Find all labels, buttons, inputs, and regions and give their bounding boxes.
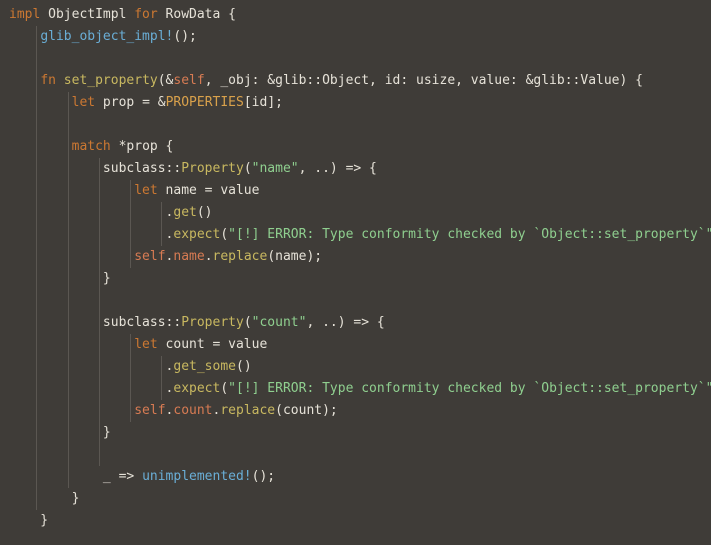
code-token: "name" bbox=[251, 161, 299, 176]
code-token: replace bbox=[212, 249, 268, 264]
code-line[interactable]: self.name.replace(name); bbox=[9, 246, 322, 268]
code-token: let bbox=[134, 337, 158, 352]
code-token: [id]; bbox=[243, 95, 283, 110]
code-token: fn bbox=[40, 73, 56, 88]
code-token: ObjectImpl bbox=[40, 7, 135, 22]
code-token: set_property bbox=[63, 73, 158, 88]
code-token: *prop { bbox=[110, 139, 174, 154]
code-token: let bbox=[71, 95, 96, 110]
code-token: _ => bbox=[9, 469, 143, 484]
code-line[interactable]: let prop = &PROPERTIES[id]; bbox=[9, 92, 283, 114]
code-line[interactable]: self.count.replace(count); bbox=[9, 400, 338, 422]
code-token: name = value bbox=[157, 183, 260, 198]
code-token: self bbox=[134, 249, 166, 264]
code-token: replace bbox=[220, 403, 276, 418]
code-token: . bbox=[9, 359, 174, 374]
code-token: match bbox=[71, 139, 111, 154]
code-token: count bbox=[173, 403, 213, 418]
code-line[interactable]: } bbox=[9, 510, 48, 532]
code-line[interactable]: glib_object_impl!(); bbox=[9, 26, 197, 48]
code-token: get bbox=[173, 205, 197, 220]
code-token: get_some bbox=[173, 359, 236, 374]
code-token: unimplemented! bbox=[142, 469, 252, 484]
code-token: expect bbox=[173, 227, 221, 242]
code-token: ( bbox=[220, 381, 229, 396]
code-token: ( bbox=[243, 161, 252, 176]
code-token: . bbox=[9, 381, 174, 396]
code-token: . bbox=[9, 227, 174, 242]
code-token: } bbox=[9, 491, 80, 506]
code-token: . bbox=[204, 249, 213, 264]
code-token: ( bbox=[220, 227, 229, 242]
code-token: RowData { bbox=[157, 7, 236, 22]
code-token: subclass:: bbox=[9, 161, 182, 176]
code-token: ( bbox=[243, 315, 252, 330]
code-token: Property bbox=[181, 315, 244, 330]
code-token: self bbox=[134, 403, 166, 418]
code-token: name bbox=[173, 249, 205, 264]
code-token: (name); bbox=[267, 249, 323, 264]
code-token: glib_object_impl! bbox=[40, 29, 174, 44]
code-token: , _obj: &glib::Object, id: usize, value:… bbox=[204, 73, 643, 88]
code-token: impl bbox=[9, 7, 41, 22]
code-line[interactable]: impl ObjectImpl for RowData { bbox=[9, 4, 236, 26]
code-line[interactable]: fn set_property(&self, _obj: &glib::Obje… bbox=[9, 70, 643, 92]
code-line[interactable]: .expect("[!] ERROR: Type conformity chec… bbox=[9, 378, 711, 400]
code-line[interactable]: let name = value bbox=[9, 180, 259, 202]
code-token: self bbox=[173, 73, 205, 88]
code-token: (& bbox=[157, 73, 174, 88]
code-line[interactable]: subclass::Property("count", ..) => { bbox=[9, 312, 385, 334]
code-editor[interactable]: impl ObjectImpl for RowData { glib_objec… bbox=[0, 0, 711, 545]
code-token: for bbox=[134, 7, 158, 22]
code-token: , ..) => { bbox=[298, 161, 377, 176]
code-token: } bbox=[9, 271, 111, 286]
code-token: let bbox=[134, 183, 158, 198]
code-token: Property bbox=[181, 161, 244, 176]
code-token: } bbox=[9, 513, 49, 528]
code-token: expect bbox=[173, 381, 221, 396]
code-token: (count); bbox=[275, 403, 338, 418]
code-token: } bbox=[9, 425, 111, 440]
code-token: count = value bbox=[157, 337, 268, 352]
code-token: prop = & bbox=[95, 95, 166, 110]
code-line[interactable]: subclass::Property("name", ..) => { bbox=[9, 158, 377, 180]
code-token: "count" bbox=[251, 315, 307, 330]
code-line[interactable]: } bbox=[9, 488, 80, 510]
code-line[interactable]: .expect("[!] ERROR: Type conformity chec… bbox=[9, 224, 711, 246]
code-line[interactable]: .get() bbox=[9, 202, 213, 224]
code-token: PROPERTIES bbox=[165, 95, 244, 110]
code-line[interactable]: match *prop { bbox=[9, 136, 174, 158]
code-token: , ..) => { bbox=[306, 315, 385, 330]
code-line[interactable]: _ => unimplemented!(); bbox=[9, 466, 275, 488]
code-token: () bbox=[236, 359, 252, 374]
code-line[interactable]: let count = value bbox=[9, 334, 267, 356]
code-token: "[!] ERROR: Type conformity checked by `… bbox=[228, 381, 711, 396]
code-line[interactable]: } bbox=[9, 422, 111, 444]
code-line[interactable]: } bbox=[9, 268, 111, 290]
code-token: . bbox=[9, 205, 174, 220]
code-line[interactable]: .get_some() bbox=[9, 356, 252, 378]
code-token: (); bbox=[173, 29, 197, 44]
code-token: "[!] ERROR: Type conformity checked by `… bbox=[228, 227, 711, 242]
code-token: (); bbox=[251, 469, 276, 484]
code-token: subclass:: bbox=[9, 315, 182, 330]
code-token: () bbox=[196, 205, 213, 220]
